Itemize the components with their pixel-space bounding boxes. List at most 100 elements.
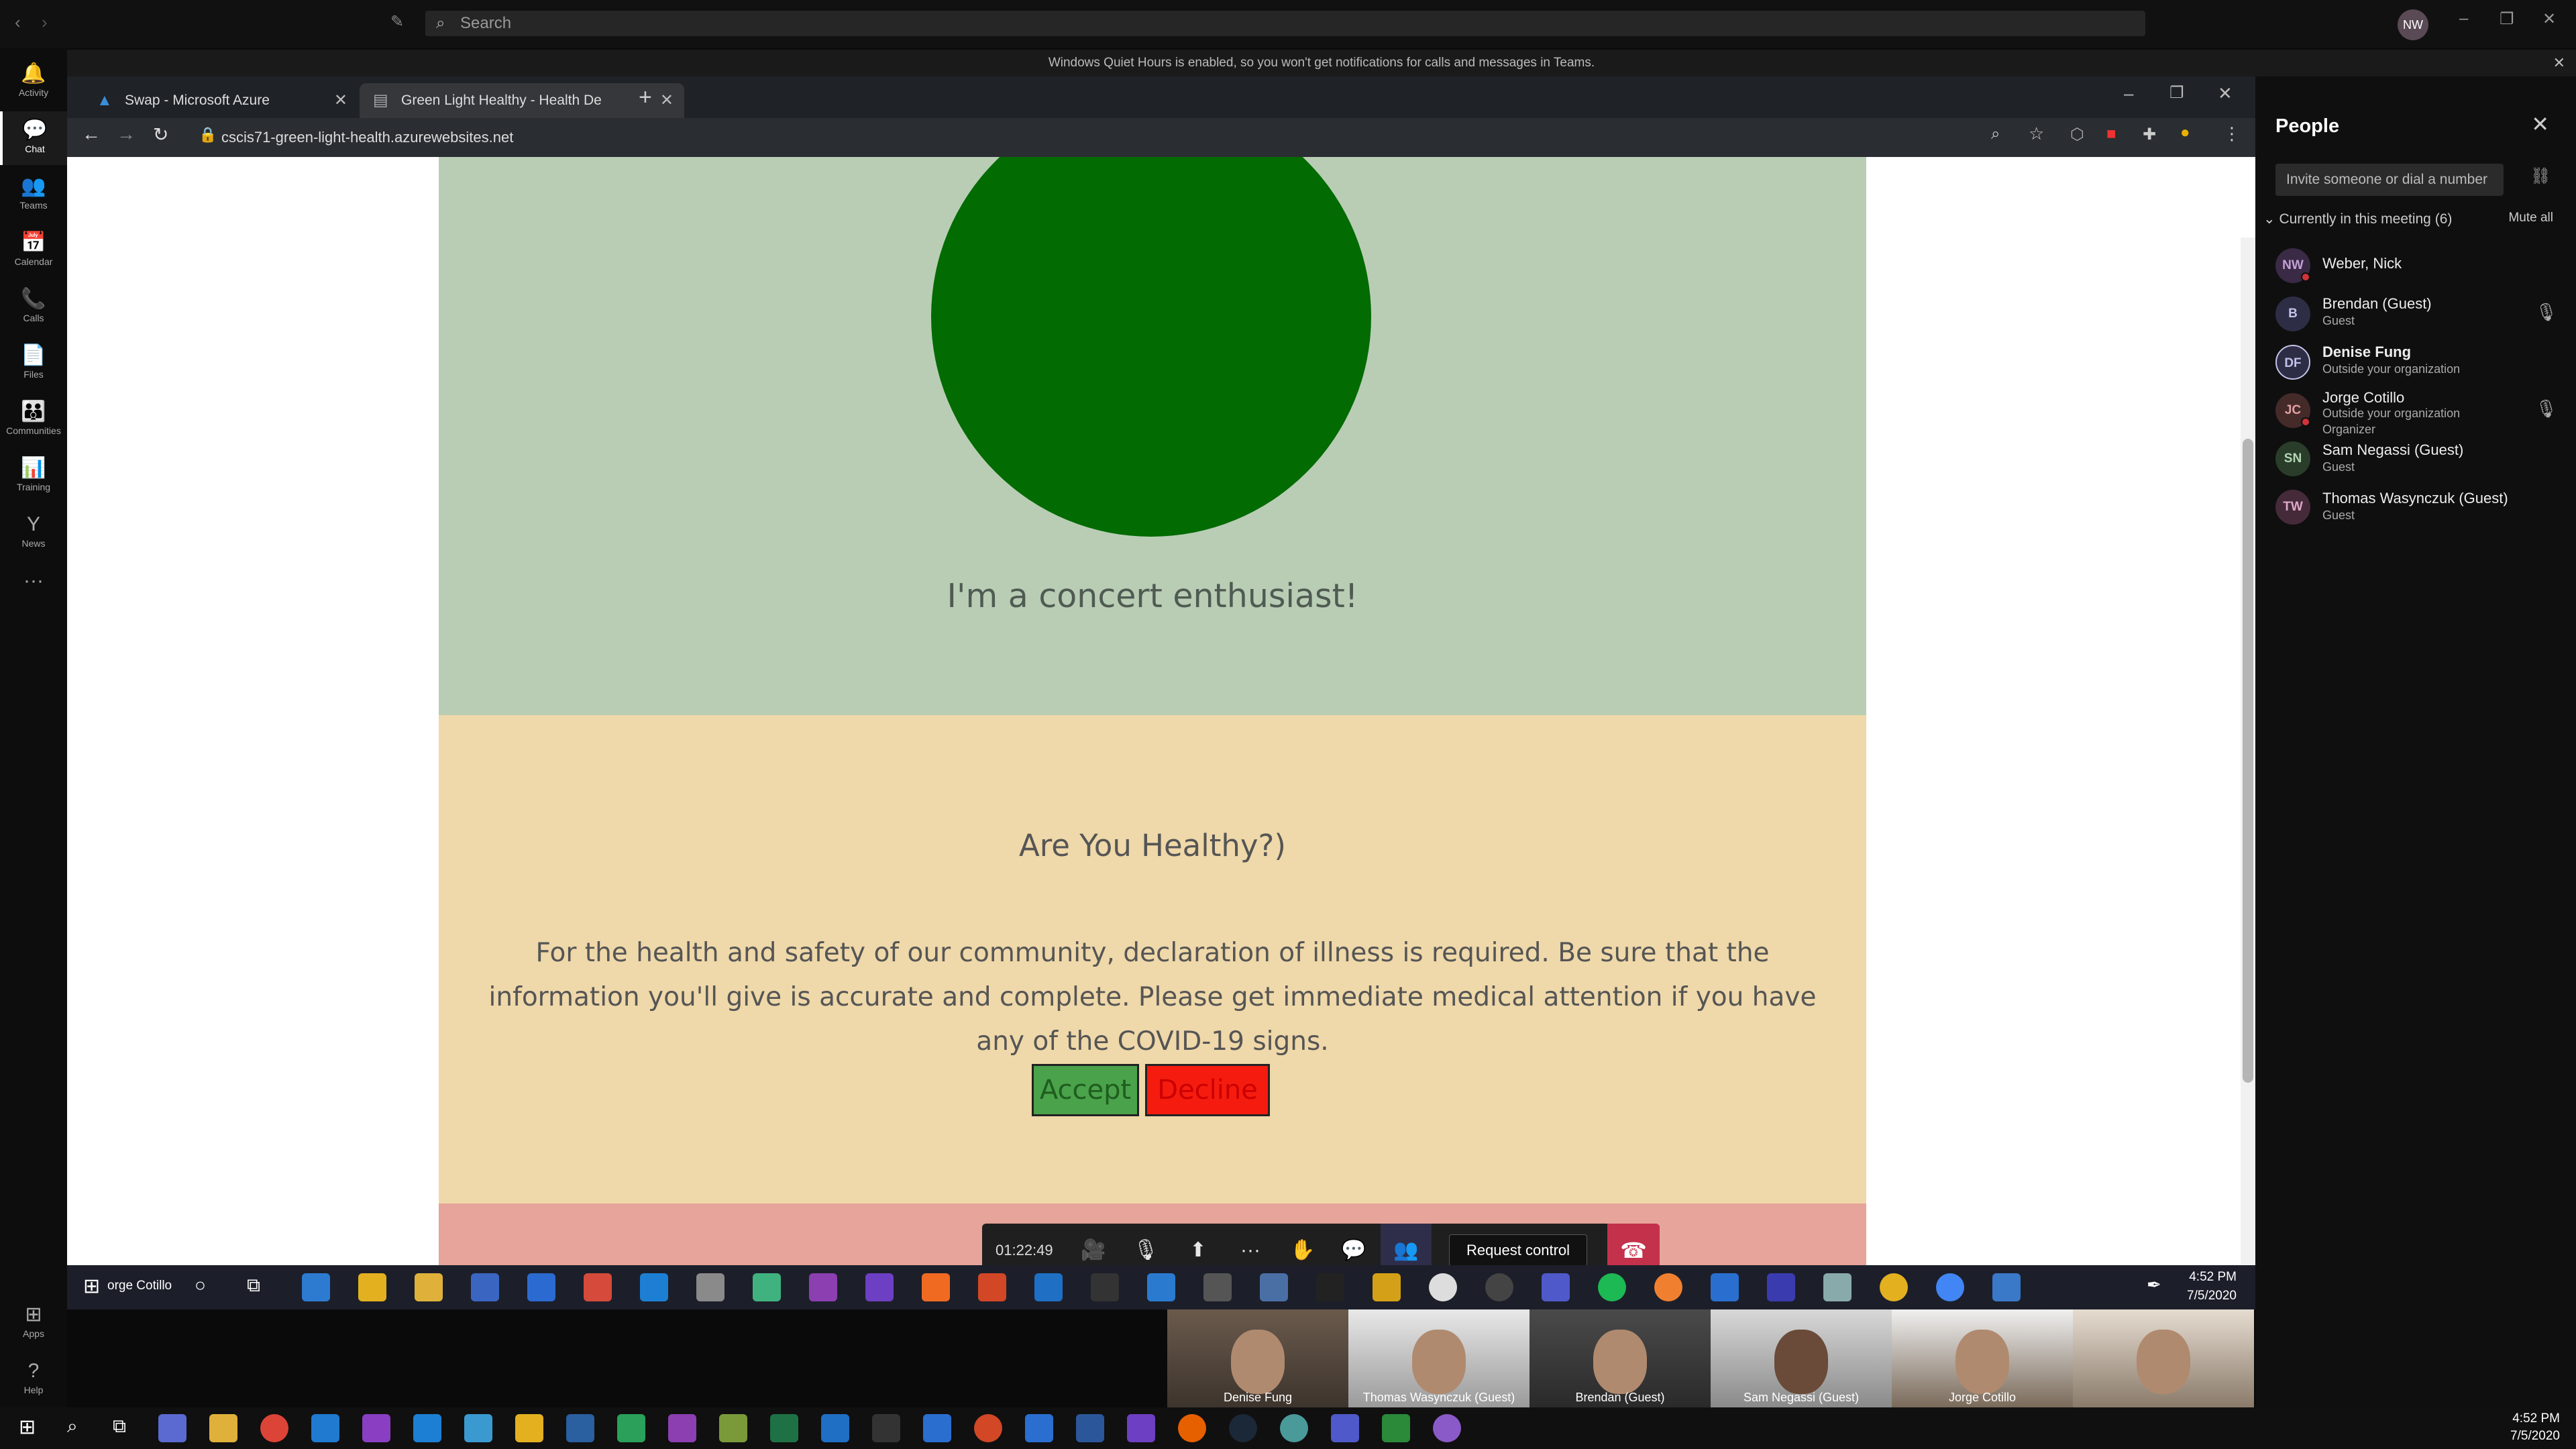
rail-item-files[interactable]: 📄 Files [0,337,67,390]
participant-sam[interactable]: SN Sam Negassi (Guest) Guest [2275,437,2557,484]
search-input[interactable]: ⌕ Search [425,11,2145,36]
todo-icon[interactable] [1880,1273,1908,1301]
tools-icon[interactable] [566,1414,594,1442]
browser-close-icon[interactable]: ✕ [2218,83,2233,104]
rail-item-calendar[interactable]: 📅 Calendar [0,224,67,278]
close-icon[interactable]: ✕ [2542,9,2556,29]
powerpoint-icon[interactable] [974,1414,1002,1442]
onenote-icon[interactable] [809,1273,837,1301]
rail-item-activity[interactable]: 🔔 Activity [0,55,67,109]
teams-taskbar-icon[interactable] [1331,1414,1359,1442]
close-tab-icon[interactable]: ✕ [660,83,674,118]
cortana-icon[interactable]: ○ [195,1275,206,1296]
video-tile[interactable]: Brendan (Guest) [1529,1309,1711,1407]
vscode-icon[interactable] [640,1273,668,1301]
terminal-icon[interactable] [872,1414,900,1442]
app-icon[interactable] [1280,1414,1308,1442]
visual-studio-icon[interactable] [865,1273,894,1301]
active-app-icon[interactable] [1382,1414,1410,1442]
restore-icon[interactable]: ❐ [2500,9,2514,29]
edge-icon[interactable] [302,1273,330,1301]
github-icon[interactable] [1485,1273,1513,1301]
rail-item-help[interactable]: ? Help [0,1352,67,1406]
outlook-alt-icon[interactable] [1147,1273,1175,1301]
system-clock[interactable]: 4:52 PM 7/5/2020 [2510,1410,2560,1445]
zoom-icon[interactable]: ⌕ [1991,125,2000,144]
file-explorer-icon[interactable] [209,1414,237,1442]
minimize-icon[interactable]: – [2459,9,2468,28]
forward-arrow-icon[interactable]: › [42,12,48,33]
video-tile[interactable] [2073,1309,2254,1407]
edge-icon[interactable] [311,1414,339,1442]
terminal-icon[interactable] [1091,1273,1119,1301]
decline-button[interactable]: Decline [1145,1064,1270,1116]
visual-studio-alt-icon[interactable] [1127,1414,1155,1442]
forward-icon[interactable]: → [117,123,136,145]
teams-taskbar-icon[interactable] [1542,1273,1570,1301]
remote-desktop-icon[interactable] [1992,1273,2021,1301]
browser-minimize-icon[interactable]: – [2124,83,2133,104]
profile-icon[interactable]: ● [2180,123,2190,142]
spotify-icon[interactable] [1598,1273,1626,1301]
extension-red-icon[interactable]: ■ [2106,125,2116,144]
network-icon[interactable] [1260,1273,1288,1301]
pen-icon[interactable]: ✒ [2147,1275,2161,1295]
rail-item-teams[interactable]: 👥 Teams [0,168,67,221]
notes-icon[interactable] [515,1414,543,1442]
circle-app-icon[interactable] [1429,1273,1457,1301]
participant-weber[interactable]: NW Weber, Nick [2275,244,2557,291]
onenote-icon[interactable] [668,1414,696,1442]
task-view-icon[interactable]: ⧉ [113,1415,126,1438]
back-arrow-icon[interactable]: ‹ [15,12,21,33]
notepad-icon[interactable] [719,1414,747,1442]
slack-icon[interactable] [753,1273,781,1301]
participant-jorge[interactable]: JC Jorge Cotillo Outside your organizati… [2275,389,2557,443]
powershell-icon[interactable] [923,1414,951,1442]
participant-brendan[interactable]: B Brendan (Guest) Guest 🎙 [2275,292,2557,339]
store-icon[interactable] [471,1273,499,1301]
meeting-members-header[interactable]: ⌄ Currently in this meeting (6) [2263,211,2452,227]
mail-icon[interactable] [527,1273,555,1301]
browser-restore-icon[interactable]: ❐ [2169,83,2184,103]
settings-app-icon[interactable] [1823,1273,1851,1301]
scrollbar-thumb[interactable] [2243,439,2253,1083]
url-input[interactable]: cscis71-green-light-health.azurewebsites… [221,122,2033,153]
visual-studio-icon[interactable] [362,1414,390,1442]
chrome-active-icon[interactable] [1936,1273,1964,1301]
video-tile[interactable]: Sam Negassi (Guest) [1711,1309,1892,1407]
rail-item-apps[interactable]: ⊞ Apps [0,1296,67,1350]
tab-swap-azure[interactable]: ▲ Swap - Microsoft Azure ✕ [83,83,358,118]
outlook-icon[interactable] [821,1414,849,1442]
outlook-icon[interactable] [1034,1273,1063,1301]
extension-icon[interactable]: ⬡ [2070,125,2084,144]
rail-item-communities[interactable]: 👪 Communities [0,393,67,447]
rail-item-training[interactable]: 📊 Training [0,449,67,503]
rail-item-calls[interactable]: 📞 Calls [0,280,67,334]
app-icon[interactable] [696,1273,724,1301]
chrome-alt-icon[interactable] [584,1273,612,1301]
user-avatar[interactable]: NW [2398,9,2428,40]
github-desktop-icon[interactable] [1433,1414,1461,1442]
cmd-icon[interactable] [1316,1273,1344,1301]
cmd-alt-icon[interactable] [1711,1273,1739,1301]
vpn-icon[interactable] [1025,1414,1053,1442]
compose-icon[interactable]: ✎ [390,12,404,32]
video-tile[interactable]: Jorge Cotillo [1892,1309,2073,1407]
reload-icon[interactable]: ↻ [153,123,168,146]
firefox-icon[interactable] [1178,1414,1206,1442]
tab-green-light[interactable]: ▤ Green Light Healthy - Health De ✕ [360,83,684,118]
mute-all-button[interactable]: Mute all [2508,211,2553,225]
video-tile[interactable]: Thomas Wasynczuk (Guest) [1348,1309,1529,1407]
rail-item-news[interactable]: Y News [0,506,67,559]
chrome-icon[interactable] [358,1273,386,1301]
windows-start-icon[interactable]: ⊞ [83,1275,100,1298]
app-icon[interactable] [464,1414,492,1442]
invite-input[interactable]: Invite someone or dial a number [2275,164,2504,196]
participant-thomas[interactable]: TW Thomas Wasynczuk (Guest) Guest [2275,486,2557,533]
diamond-app-icon[interactable] [617,1414,645,1442]
accept-button[interactable]: Accept [1032,1064,1139,1116]
orange-app-icon[interactable] [1654,1273,1682,1301]
close-banner-icon[interactable]: ✕ [2553,50,2565,76]
close-people-icon[interactable]: ✕ [2531,111,2549,137]
notes-icon[interactable] [1373,1273,1401,1301]
